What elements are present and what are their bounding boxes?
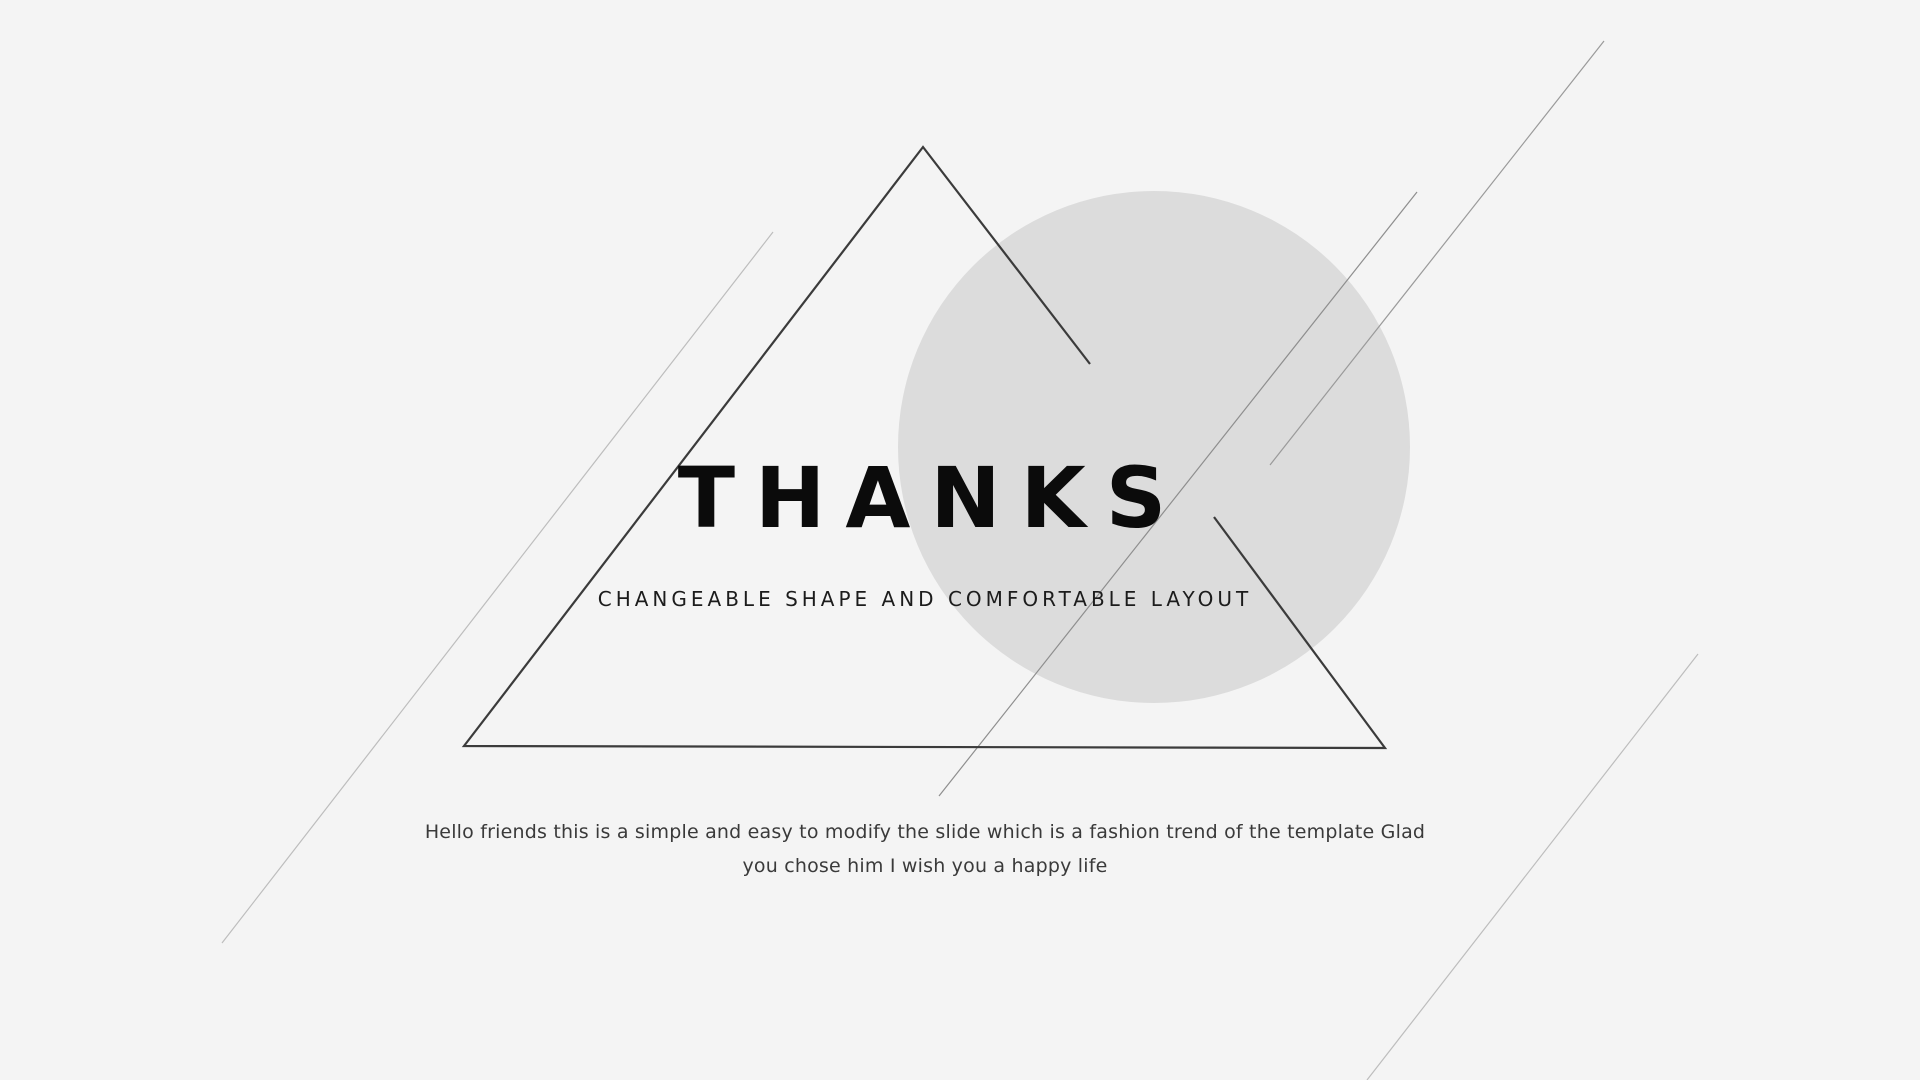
body-paragraph: Hello friends this is a simple and easy … [424, 821, 1426, 877]
subtitle: CHANGEABLE SHAPE AND COMFORTABLE LAYOUT [597, 587, 1253, 611]
slide: THANKS CHANGEABLE SHAPE AND COMFORTABLE … [0, 0, 1920, 1080]
thanks-title: THANKS [677, 449, 1187, 547]
decorative-circle [898, 191, 1410, 703]
